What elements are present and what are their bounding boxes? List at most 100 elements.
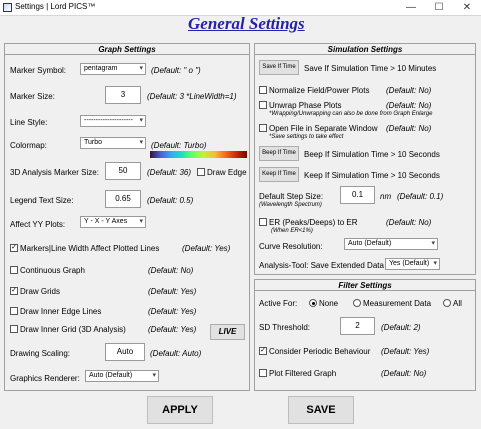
save-button[interactable]: SAVE (288, 396, 354, 424)
colormap-label: Colormap: (10, 141, 47, 150)
line-style-select[interactable]: --------------------- ▾ (80, 115, 146, 127)
active-for-measurement-label: Measurement Data (363, 299, 432, 308)
open-file-label: Open File in Separate Window (269, 124, 378, 133)
draw-inner-edge-default: (Default: Yes) (148, 307, 197, 316)
chevron-down-icon: ▾ (139, 117, 143, 124)
marker-size-input[interactable]: 3 (105, 86, 141, 104)
continuous-graph-checkbox[interactable] (10, 266, 18, 274)
active-for-measurement-radio[interactable] (353, 299, 361, 307)
chevron-down-icon: ▾ (139, 218, 143, 225)
analysis-tool-label: Analysis-Tool: Save Extended Data (259, 261, 384, 270)
marker-symbol-select[interactable]: pentagram ▾ (80, 63, 146, 75)
marker-symbol-label: Marker Symbol: (10, 66, 67, 75)
marker-size-label: Marker Size: (10, 92, 55, 101)
close-button[interactable]: ✕ (453, 0, 481, 15)
draw-grids-checkbox[interactable]: ✓ (10, 287, 18, 295)
active-for-all-radio[interactable] (443, 299, 451, 307)
active-for-none-radio[interactable] (309, 299, 317, 307)
active-for-label: Active For: (259, 299, 298, 308)
keep-if-time-button[interactable]: Keep If Time (259, 167, 299, 182)
marker-size-default: (Default: 3 *LineWidth=1) (147, 92, 237, 101)
draw-inner-grid-label: Draw Inner Grid (3D Analysis) (20, 325, 126, 334)
simulation-settings-title: Simulation Settings (255, 44, 475, 55)
draw-edge-checkbox[interactable] (197, 168, 205, 176)
er-label: ER (Peaks/Deeps) to ER (269, 218, 358, 227)
colormap-select[interactable]: Turbo ▾ (80, 137, 146, 149)
draw-inner-edge-checkbox[interactable] (10, 307, 18, 315)
plot-filtered-checkbox[interactable] (259, 369, 267, 377)
legend-text-size-label: Legend Text Size: (10, 196, 74, 205)
chevron-down-icon: ▾ (433, 260, 437, 267)
curve-resolution-label: Curve Resolution: (259, 242, 323, 251)
legend-text-size-input[interactable]: 0.65 (105, 190, 141, 208)
active-for-all-label: All (453, 299, 462, 308)
beep-if-time-label: Beep If Simulation Time > 10 Seconds (304, 150, 440, 159)
minimize-button[interactable]: — (397, 0, 425, 15)
apply-button[interactable]: APPLY (147, 396, 213, 424)
chevron-down-icon: ▾ (152, 372, 156, 379)
normalize-label: Normalize Field/Power Plots (269, 86, 370, 95)
legend-text-size-default: (Default: 0.5) (147, 196, 194, 205)
draw-inner-grid-checkbox[interactable] (10, 325, 18, 333)
analysis-marker-size-label: 3D Analysis Marker Size: (10, 168, 99, 177)
draw-edge-label: Draw Edge (207, 168, 247, 177)
unwrap-note: *Wrapping/Unwrapping can also be done fr… (269, 111, 433, 117)
draw-grids-label: Draw Grids (20, 287, 61, 296)
graphics-renderer-select[interactable]: Auto (Default) ▾ (85, 370, 159, 382)
continuous-graph-default: (Default: No) (148, 266, 194, 275)
save-if-time-label: Save If Simulation Time > 10 Minutes (304, 64, 437, 73)
drawing-scaling-label: Drawing Scaling: (10, 349, 71, 358)
step-size-label: Default Step Size: (259, 192, 324, 201)
er-checkbox[interactable] (259, 218, 267, 226)
periodic-checkbox[interactable]: ✓ (259, 347, 267, 355)
periodic-label: Consider Periodic Behaviour (269, 347, 371, 356)
draw-inner-edge-label: Draw Inner Edge Lines (20, 307, 102, 316)
drawing-scaling-default: (Default: Auto) (150, 349, 202, 358)
graph-settings-title: Graph Settings (5, 44, 249, 55)
analysis-marker-size-default: (Default: 36) (147, 168, 192, 177)
open-file-note: *Save settings to take effect (269, 134, 344, 140)
step-size-note: (Wavelength Spectrum) (259, 202, 322, 208)
drawing-scaling-input[interactable]: Auto (105, 343, 145, 361)
line-style-label: Line Style: (10, 118, 48, 127)
markers-linewidth-checkbox[interactable]: ✓ (10, 244, 18, 252)
analysis-marker-size-input[interactable]: 50 (105, 162, 141, 180)
chevron-down-icon: ▾ (431, 240, 435, 247)
er-note: (When ER<1%) (271, 228, 313, 234)
colormap-default: (Default: Turbo) (151, 141, 207, 150)
sd-threshold-label: SD Threshold: (259, 323, 310, 332)
open-file-checkbox[interactable] (259, 124, 267, 132)
chevron-down-icon: ▾ (139, 139, 143, 146)
sd-threshold-input[interactable]: 2 (340, 317, 375, 335)
markers-linewidth-default: (Default: Yes) (182, 244, 231, 253)
draw-grids-default: (Default: Yes) (148, 287, 197, 296)
draw-inner-grid-default: (Default: Yes) (148, 325, 197, 334)
marker-symbol-default: (Default: " o ") (151, 66, 201, 75)
unwrap-default: (Default: No) (386, 101, 432, 110)
er-default: (Default: No) (386, 218, 432, 227)
periodic-default: (Default: Yes) (381, 347, 430, 356)
step-size-unit: nm (380, 192, 392, 201)
analysis-tool-select[interactable]: Yes (Default) ▾ (385, 258, 440, 270)
keep-if-time-label: Keep If Simulation Time > 10 Seconds (304, 171, 440, 180)
step-size-default: (Default: 0.1) (397, 192, 444, 201)
window-title: Settings | Lord PICS™ (15, 2, 96, 11)
curve-resolution-select[interactable]: Auto (Default) ▾ (344, 238, 438, 250)
open-file-default: (Default: No) (386, 124, 432, 133)
maximize-button[interactable]: ☐ (425, 0, 453, 15)
filter-settings-title: Filter Settings (255, 280, 475, 291)
save-if-time-button[interactable]: Save If Time (259, 60, 299, 75)
page-title: General Settings (188, 14, 305, 33)
beep-if-time-button[interactable]: Beep If Time (259, 146, 299, 161)
sd-threshold-default: (Default: 2) (381, 323, 421, 332)
normalize-checkbox[interactable] (259, 86, 267, 94)
active-for-none-label: None (319, 299, 339, 308)
app-icon (3, 3, 12, 12)
affect-yy-select[interactable]: Y - X - Y Axes ▾ (80, 216, 146, 228)
plot-filtered-label: Plot Filtered Graph (269, 369, 337, 378)
plot-filtered-default: (Default: No) (381, 369, 427, 378)
chevron-down-icon: ▾ (139, 65, 143, 72)
step-size-input[interactable]: 0.1 (340, 186, 375, 204)
unwrap-checkbox[interactable] (259, 101, 267, 109)
live-button[interactable]: LIVE (210, 324, 245, 340)
